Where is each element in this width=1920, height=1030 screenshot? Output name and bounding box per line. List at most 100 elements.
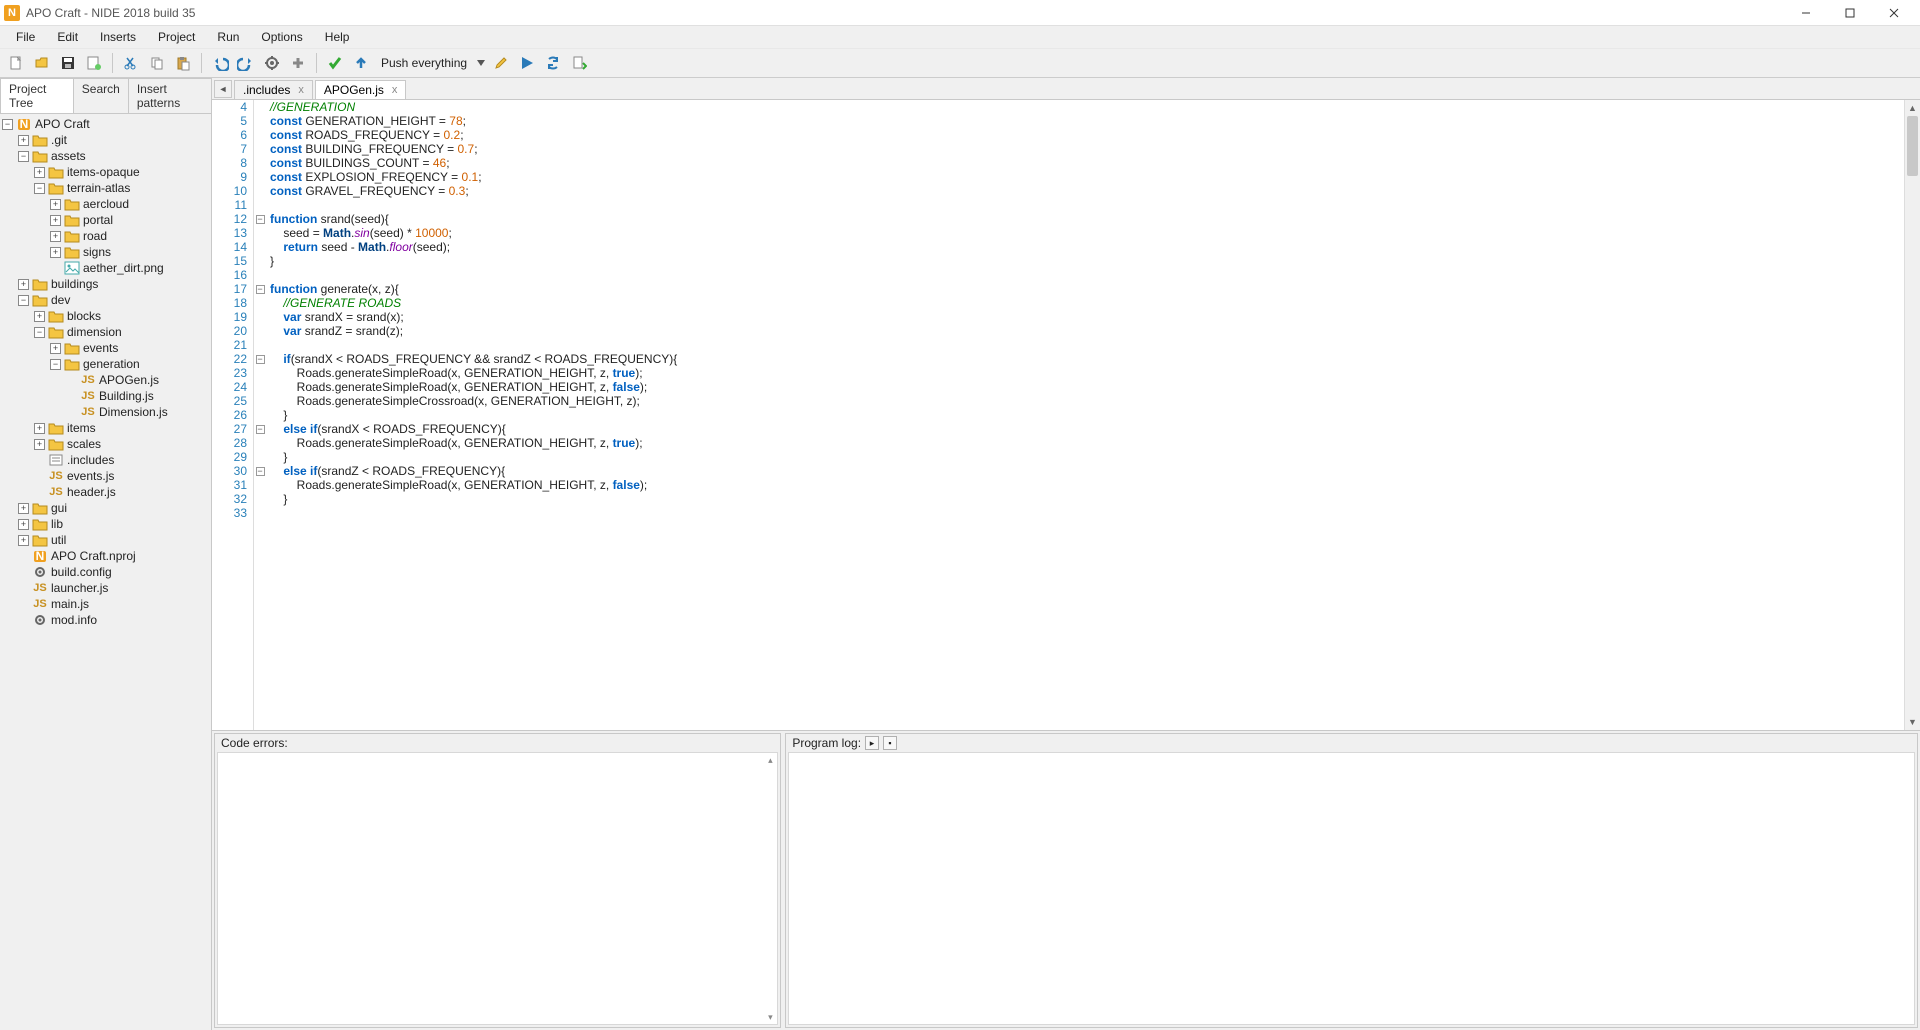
scroll-up-icon[interactable]: ▲ [1905,100,1920,116]
collapse-icon[interactable]: − [34,327,45,338]
save-button[interactable] [56,51,80,75]
tree-item[interactable]: +scales [0,436,211,452]
tree-item[interactable]: +.git [0,132,211,148]
tree-item[interactable]: +events [0,340,211,356]
upload-button[interactable] [349,51,373,75]
tree-item[interactable]: mod.info [0,612,211,628]
collapse-icon[interactable]: − [34,183,45,194]
tree-item[interactable]: +blocks [0,308,211,324]
tree-item[interactable]: JSDimension.js [0,404,211,420]
push-dropdown[interactable] [475,51,487,75]
log-stop-button[interactable]: ▪ [883,736,897,750]
tree-item[interactable]: JSheader.js [0,484,211,500]
menu-file[interactable]: File [6,28,45,46]
redo-button[interactable] [234,51,258,75]
scroll-up-icon[interactable]: ▴ [763,753,777,767]
tree-item[interactable]: +road [0,228,211,244]
gear-button[interactable] [260,51,284,75]
open-button[interactable] [30,51,54,75]
tree-item[interactable]: +gui [0,500,211,516]
sidetab-insert-patterns[interactable]: Insert patterns [128,78,212,113]
expand-icon[interactable]: + [34,423,45,434]
editor-scrollbar[interactable]: ▲ ▼ [1904,100,1920,730]
code-area[interactable]: //GENERATIONconst GENERATION_HEIGHT = 78… [266,100,1920,730]
tree-item[interactable]: +util [0,532,211,548]
close-button[interactable] [1872,1,1916,25]
tree-item[interactable]: JSAPOGen.js [0,372,211,388]
tree-item[interactable]: JSevents.js [0,468,211,484]
push-label[interactable]: Push everything [375,56,473,70]
add-button[interactable] [286,51,310,75]
refresh-button[interactable] [541,51,565,75]
tree-item[interactable]: JSBuilding.js [0,388,211,404]
expand-icon[interactable]: + [50,343,61,354]
log-play-button[interactable]: ▸ [865,736,879,750]
minimize-button[interactable] [1784,1,1828,25]
tree-item[interactable]: −generation [0,356,211,372]
sidetab-project-tree[interactable]: Project Tree [0,78,74,113]
project-tree[interactable]: −NAPO Craft+.git−assets+items-opaque−ter… [0,114,211,1030]
collapse-icon[interactable]: − [18,151,29,162]
paste-button[interactable] [171,51,195,75]
tree-item[interactable]: −NAPO Craft [0,116,211,132]
tree-item[interactable]: aether_dirt.png [0,260,211,276]
tree-item[interactable]: +items-opaque [0,164,211,180]
new-file-button[interactable] [4,51,28,75]
tree-item[interactable]: +lib [0,516,211,532]
editor-tab[interactable]: APOGen.jsx [315,80,407,99]
expand-icon[interactable]: + [34,167,45,178]
collapse-icon[interactable]: − [2,119,13,130]
expand-icon[interactable]: + [18,503,29,514]
tree-item[interactable]: .includes [0,452,211,468]
code-errors-body[interactable]: ▴ ▾ [217,752,778,1025]
tree-item[interactable]: +signs [0,244,211,260]
program-log-body[interactable] [788,752,1915,1025]
expand-icon[interactable]: + [34,311,45,322]
save-as-button[interactable] [82,51,106,75]
tree-item[interactable]: +buildings [0,276,211,292]
maximize-button[interactable] [1828,1,1872,25]
run-button[interactable] [515,51,539,75]
tab-nav-left[interactable]: ◄ [214,80,232,98]
tree-item[interactable]: +aercloud [0,196,211,212]
edit-button[interactable] [489,51,513,75]
expand-icon[interactable]: + [50,231,61,242]
close-tab-icon[interactable]: x [392,84,398,96]
check-button[interactable] [323,51,347,75]
expand-icon[interactable]: + [50,215,61,226]
expand-icon[interactable]: + [18,279,29,290]
copy-button[interactable] [145,51,169,75]
tree-item[interactable]: −assets [0,148,211,164]
menu-inserts[interactable]: Inserts [90,28,146,46]
menu-options[interactable]: Options [251,28,312,46]
undo-button[interactable] [208,51,232,75]
collapse-icon[interactable]: − [50,359,61,370]
expand-icon[interactable]: + [18,519,29,530]
tree-item[interactable]: −dev [0,292,211,308]
tree-item[interactable]: JSlauncher.js [0,580,211,596]
collapse-icon[interactable]: − [18,295,29,306]
expand-icon[interactable]: + [50,247,61,258]
tree-item[interactable]: −dimension [0,324,211,340]
menu-project[interactable]: Project [148,28,205,46]
expand-icon[interactable]: + [50,199,61,210]
export-button[interactable] [567,51,591,75]
tree-item[interactable]: −terrain-atlas [0,180,211,196]
expand-icon[interactable]: + [18,535,29,546]
scrollbar-thumb[interactable] [1907,116,1918,176]
tree-item[interactable]: NAPO Craft.nproj [0,548,211,564]
tree-item[interactable]: +portal [0,212,211,228]
sidetab-search[interactable]: Search [73,78,129,113]
scroll-down-icon[interactable]: ▼ [1905,714,1920,730]
expand-icon[interactable]: + [34,439,45,450]
tree-item[interactable]: JSmain.js [0,596,211,612]
scroll-down-icon[interactable]: ▾ [763,1010,777,1024]
cut-button[interactable] [119,51,143,75]
close-tab-icon[interactable]: x [298,84,304,96]
menu-help[interactable]: Help [315,28,360,46]
fold-gutter[interactable]: −−−−− [254,100,266,730]
tree-item[interactable]: +items [0,420,211,436]
expand-icon[interactable]: + [18,135,29,146]
menu-run[interactable]: Run [207,28,249,46]
tree-item[interactable]: build.config [0,564,211,580]
